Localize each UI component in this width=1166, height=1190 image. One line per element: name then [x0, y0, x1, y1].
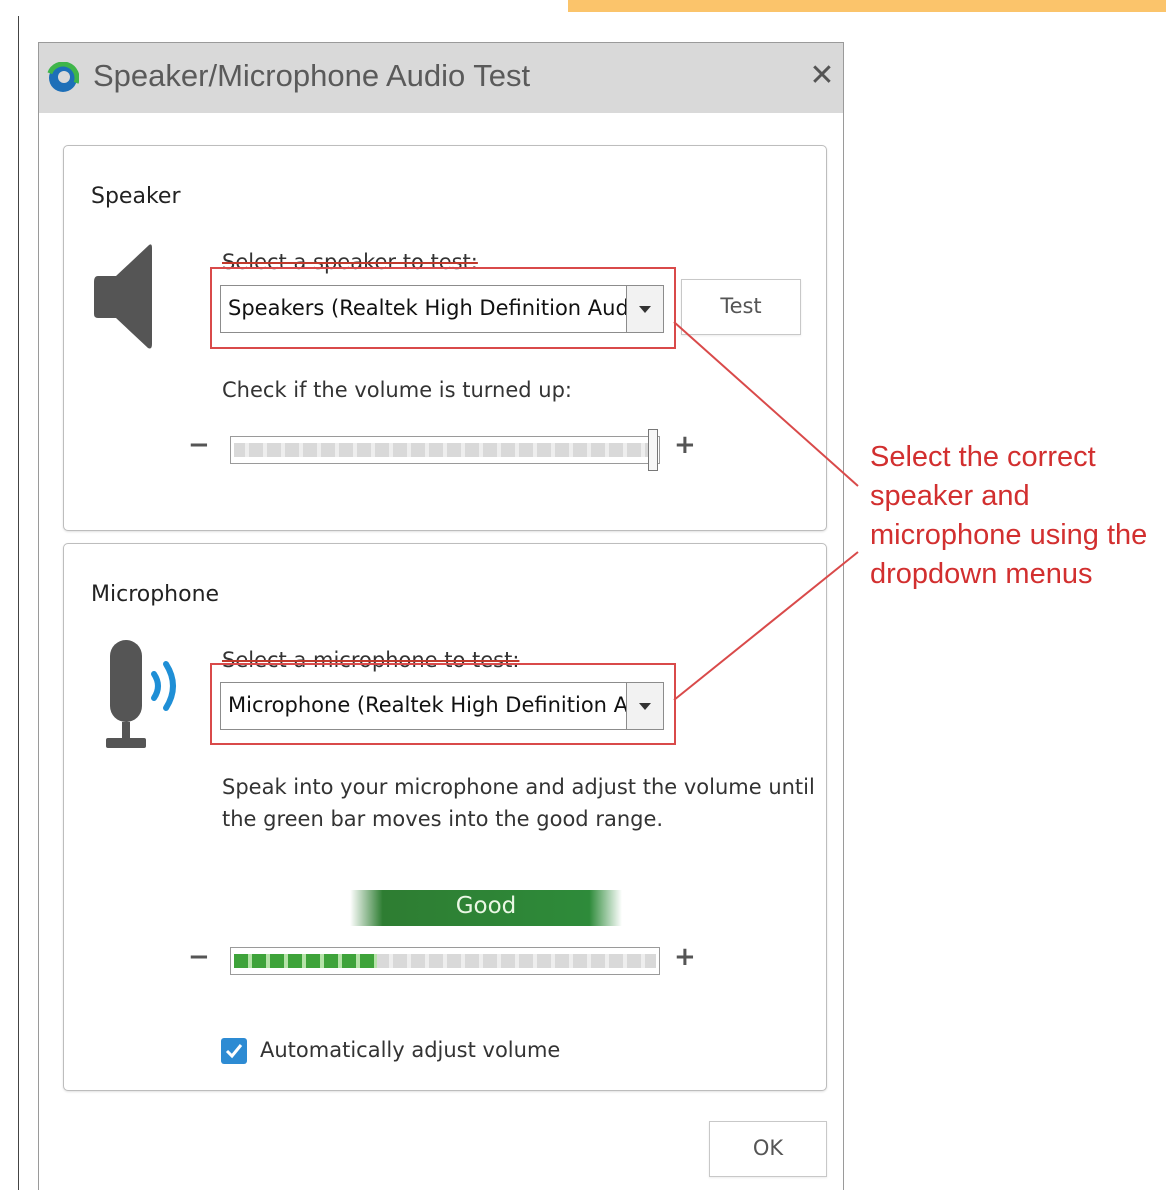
microphone-level-fill: [234, 954, 377, 968]
outer-frame-line: [18, 16, 19, 1190]
microphone-volume-minus[interactable]: −: [188, 942, 210, 972]
microphone-group-title: Microphone: [91, 582, 220, 607]
microphone-instructions-line1: Speak into your microphone and adjust th…: [222, 775, 815, 799]
speaker-volume-plus[interactable]: +: [674, 430, 696, 460]
close-icon[interactable]: ✕: [805, 58, 839, 94]
auto-adjust-checkbox[interactable]: [221, 1038, 247, 1064]
good-range-label: Good: [455, 893, 517, 919]
microphone-volume-plus[interactable]: +: [674, 942, 696, 972]
app-logo-icon: [47, 62, 79, 94]
microphone-level-meter[interactable]: [230, 947, 660, 975]
audio-test-dialog: Speaker/Microphone Audio Test ✕ Speaker …: [38, 42, 844, 1190]
speaker-volume-slider[interactable]: [230, 436, 660, 464]
speaker-highlight-box: [210, 267, 676, 349]
speaker-group: Speaker Select a speaker to test: Speake…: [63, 145, 827, 531]
speaker-volume-thumb[interactable]: [648, 429, 658, 471]
good-range-indicator: Good: [350, 890, 622, 926]
dialog-titlebar: Speaker/Microphone Audio Test ✕: [39, 43, 843, 113]
speaker-volume-minus[interactable]: −: [188, 430, 210, 460]
microphone-highlight-box: [210, 663, 676, 745]
speaker-group-title: Speaker: [91, 184, 181, 209]
dialog-title: Speaker/Microphone Audio Test: [93, 58, 531, 93]
speaker-icon: [94, 244, 152, 349]
ok-button[interactable]: OK: [709, 1121, 827, 1177]
checkmark-icon: [225, 1044, 243, 1059]
test-speaker-button[interactable]: Test: [681, 279, 801, 335]
top-accent-strip: [568, 0, 1166, 12]
microphone-instructions-line2: the green bar moves into the good range.: [222, 807, 664, 831]
microphone-icon: [106, 640, 176, 748]
auto-adjust-label: Automatically adjust volume: [260, 1038, 561, 1062]
annotation-callout: Select the correct speaker and microphon…: [870, 441, 1148, 590]
volume-check-label: Check if the volume is turned up:: [222, 378, 572, 402]
microphone-group: Microphone Select a microphone to test: …: [63, 543, 827, 1091]
